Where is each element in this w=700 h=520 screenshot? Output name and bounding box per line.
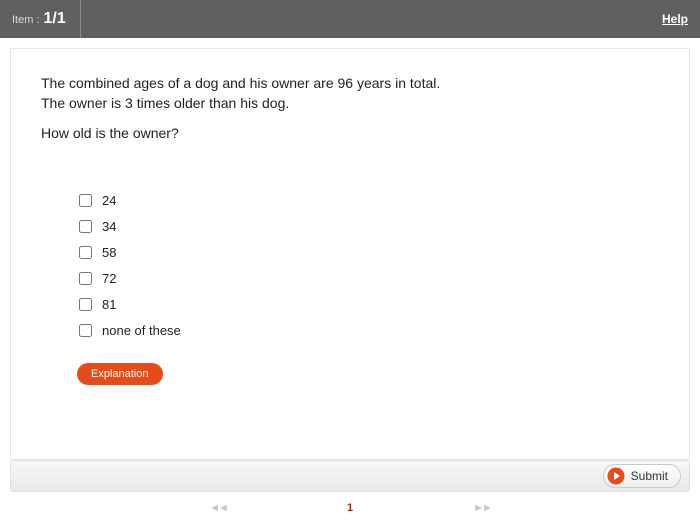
pager: ◄◄ 1 ►► — [0, 498, 700, 518]
pager-page[interactable]: 1 — [347, 502, 353, 514]
item-count: 1/1 — [44, 0, 66, 38]
play-icon — [607, 467, 625, 485]
submit-button[interactable]: Submit — [603, 464, 681, 488]
option-row[interactable]: 81 — [79, 291, 659, 317]
option-row[interactable]: none of these — [79, 317, 659, 343]
question-line-1: The combined ages of a dog and his owner… — [41, 75, 659, 91]
question-line-2: The owner is 3 times older than his dog. — [41, 95, 659, 111]
pager-prev[interactable]: ◄◄ — [209, 502, 227, 514]
option-label: 81 — [102, 297, 116, 312]
option-label: 34 — [102, 219, 116, 234]
item-label: Item : — [12, 1, 40, 39]
options-list: 24 34 58 72 81 none of these — [79, 187, 659, 343]
option-label: none of these — [102, 323, 181, 338]
question-card: The combined ages of a dog and his owner… — [10, 48, 690, 460]
help-link[interactable]: Help — [662, 12, 688, 26]
option-row[interactable]: 58 — [79, 239, 659, 265]
header-bar: Item : 1/1 Help — [0, 0, 700, 38]
option-row[interactable]: 72 — [79, 265, 659, 291]
option-checkbox[interactable] — [79, 298, 92, 311]
explanation-button[interactable]: Explanation — [77, 363, 163, 385]
option-row[interactable]: 24 — [79, 187, 659, 213]
submit-label: Submit — [631, 469, 668, 483]
item-indicator: Item : 1/1 — [12, 0, 81, 38]
option-checkbox[interactable] — [79, 324, 92, 337]
question-text: The combined ages of a dog and his owner… — [41, 75, 659, 141]
question-prompt: How old is the owner? — [41, 125, 659, 141]
pager-next[interactable]: ►► — [473, 502, 491, 514]
app-frame: Item : 1/1 Help The combined ages of a d… — [0, 0, 700, 520]
option-row[interactable]: 34 — [79, 213, 659, 239]
option-label: 24 — [102, 193, 116, 208]
option-checkbox[interactable] — [79, 220, 92, 233]
option-checkbox[interactable] — [79, 272, 92, 285]
footer-bar: Submit — [10, 460, 690, 492]
option-checkbox[interactable] — [79, 246, 92, 259]
option-checkbox[interactable] — [79, 194, 92, 207]
option-label: 72 — [102, 271, 116, 286]
option-label: 58 — [102, 245, 116, 260]
